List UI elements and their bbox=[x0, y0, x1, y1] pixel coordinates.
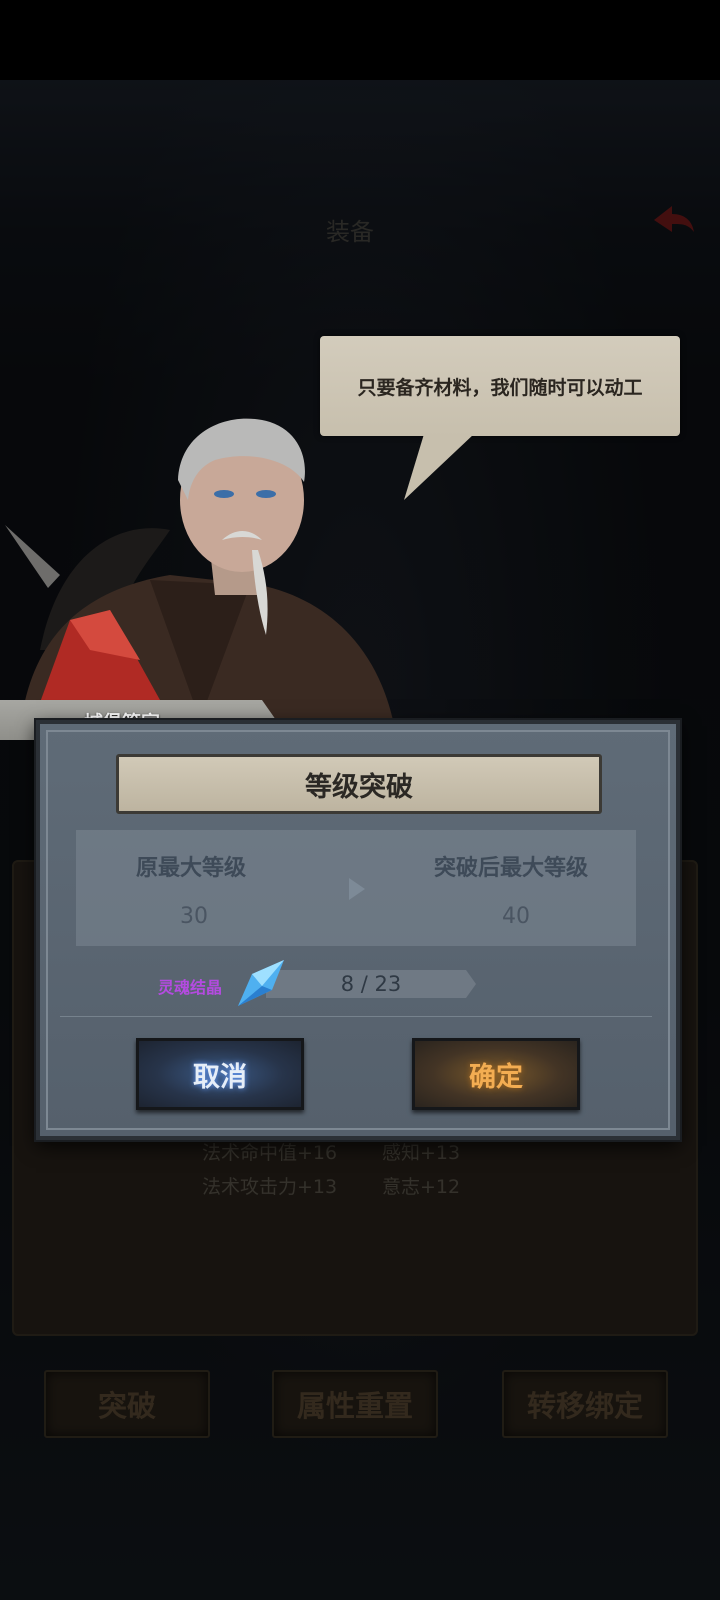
original-max-level-value: 30 bbox=[180, 904, 208, 929]
status-bar bbox=[0, 0, 720, 80]
speech-bubble-tail bbox=[404, 434, 474, 500]
dialog-title: 等级突破 bbox=[305, 771, 413, 803]
cancel-button[interactable]: 取消 bbox=[136, 1038, 304, 1110]
dialog-divider bbox=[60, 1016, 652, 1017]
original-max-level-label: 原最大等级 bbox=[136, 856, 247, 881]
speech-text: 只要备齐材料，我们随时可以动工 bbox=[357, 376, 643, 399]
material-name: 灵魂结晶 bbox=[158, 978, 223, 997]
npc-steward-portrait bbox=[5, 418, 395, 730]
speech-bubble: 只要备齐材料，我们随时可以动工 bbox=[320, 336, 680, 436]
new-max-level-label: 突破后最大等级 bbox=[434, 856, 589, 881]
dialog-title-plate: 等级突破 bbox=[116, 754, 602, 814]
soul-crystal-icon bbox=[238, 960, 284, 1006]
material-count: 8 / 23 bbox=[340, 972, 402, 996]
new-max-level-value: 40 bbox=[502, 904, 530, 929]
level-breakthrough-dialog: 等级突破 原最大等级 30 突破后最大等级 40 灵魂结晶 8 / 23 取消 … bbox=[36, 720, 680, 1140]
confirm-button[interactable]: 确定 bbox=[412, 1038, 580, 1110]
arrow-right-icon bbox=[349, 878, 365, 900]
